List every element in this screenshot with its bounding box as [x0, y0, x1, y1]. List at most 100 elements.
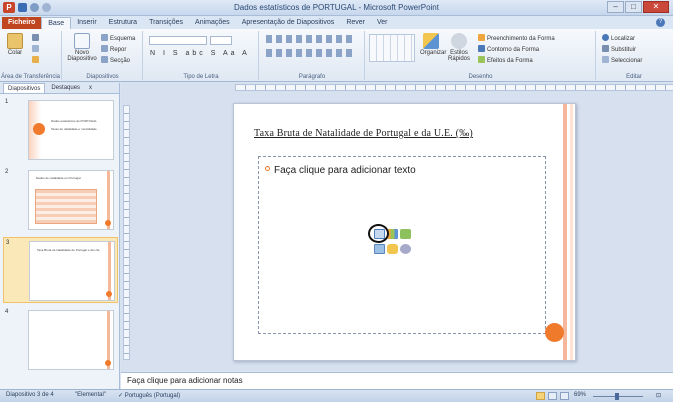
zoom-level[interactable]: 69% — [574, 392, 586, 398]
shape-fill-label: Preenchimento da Forma — [487, 36, 555, 42]
language-label: Português (Portugal) — [124, 393, 181, 399]
reading-view-button[interactable] — [560, 392, 569, 400]
content-placeholder[interactable]: Faça clique para adicionar texto — [258, 156, 546, 334]
vertical-ruler — [123, 105, 130, 360]
list-buttons[interactable] — [266, 35, 356, 43]
quick-styles-label: Estilos Rápidos — [447, 50, 470, 62]
cut-icon — [32, 34, 39, 41]
theme-name: "Elemental" — [75, 392, 106, 398]
slide-editor: Taxa Bruta de Natalidade de Portugal e d… — [121, 83, 673, 371]
bullet-icon — [265, 166, 270, 171]
tab-slideshow[interactable]: Apresentação de Diapositivos — [236, 17, 341, 29]
shape-effects-label: Efeitos da Forma — [487, 58, 533, 64]
thumbnail-subtitle: Taxas de natalidade e mortalidade — [51, 127, 97, 131]
accent-dot — [105, 360, 111, 366]
thumbnail-preview: Taxa Bruta de Natalidade de Portugal e d… — [29, 241, 115, 301]
select-label: Seleccionar — [611, 58, 643, 64]
tab-review[interactable]: Rever — [340, 17, 371, 29]
align-buttons[interactable] — [266, 49, 356, 57]
zoom-slider-thumb[interactable] — [615, 393, 619, 400]
section-button[interactable]: Secção — [101, 56, 130, 65]
panel-close-button[interactable]: x — [86, 83, 95, 93]
tab-transitions[interactable]: Transições — [143, 17, 189, 29]
notes-pane[interactable]: Faça clique para adicionar notas — [121, 372, 673, 389]
accent-dot — [545, 323, 564, 342]
slide-thumbnail-4[interactable]: 4 — [3, 307, 118, 373]
current-slide[interactable]: Taxa Bruta de Natalidade de Portugal e d… — [233, 103, 576, 361]
language-status[interactable]: ✓ Português (Portugal) — [118, 392, 180, 399]
slide-accent-band — [563, 104, 567, 360]
select-button[interactable]: Seleccionar — [602, 56, 642, 65]
tab-file[interactable]: Ficheiro — [2, 17, 42, 29]
thumbnail-title: Dados de natalidade em Portugal — [36, 176, 81, 180]
title-bar: P Dados estatísticos de PORTUGAL - Micro… — [0, 0, 673, 16]
replace-button[interactable]: Substituir — [602, 45, 636, 54]
highlight-circle — [368, 224, 389, 243]
help-icon[interactable]: ? — [656, 18, 665, 27]
shape-effects-button[interactable]: Efeitos da Forma — [478, 56, 533, 65]
tab-animations[interactable]: Animações — [189, 17, 236, 29]
fit-slide-icon[interactable]: ⊡ — [656, 392, 661, 399]
arrange-label: Organizar — [420, 50, 447, 56]
group-label-editing: Editar — [626, 74, 642, 80]
slide-thumbnail-2[interactable]: 2 Dados de natalidade em Portugal — [3, 167, 118, 233]
slide-sorter-button[interactable] — [548, 392, 557, 400]
smartart-icon[interactable] — [400, 229, 411, 239]
cut-button[interactable] — [32, 34, 41, 43]
slide-thumbnail-1[interactable]: 1 Dados estatísticos de PORTUGAL Taxas d… — [3, 97, 118, 163]
font-format-buttons[interactable]: N I S abc S Aa A — [150, 50, 250, 57]
layout-label: Esquema — [110, 36, 136, 42]
group-drawing: Organizar Estilos Rápidos Preenchimento … — [366, 31, 596, 80]
tab-insert[interactable]: Inserir — [71, 17, 102, 29]
tab-home[interactable]: Base — [41, 17, 72, 29]
shape-outline-button[interactable]: Contorno da Forma — [478, 45, 539, 54]
tab-outline[interactable]: Destaques — [47, 83, 84, 93]
group-font: N I S abc S Aa A Tipo de Letra — [144, 31, 259, 80]
close-button[interactable]: ✕ — [643, 1, 669, 13]
brush-icon — [32, 56, 39, 63]
quick-styles-button[interactable]: Estilos Rápidos — [446, 33, 472, 62]
picture-icon[interactable] — [374, 244, 385, 254]
slide-thumbnail-3[interactable]: 3 Taxa Bruta de Natalidade de Portugal e… — [3, 237, 118, 303]
tab-view[interactable]: Ver — [371, 17, 394, 29]
shape-fill-button[interactable]: Preenchimento da Forma — [478, 34, 555, 43]
find-label: Localizar — [611, 36, 636, 42]
reset-icon — [101, 45, 108, 52]
paste-label: Colar — [7, 50, 23, 56]
paste-icon — [7, 33, 23, 49]
normal-view-button[interactable] — [536, 392, 545, 400]
accent-dot — [33, 123, 45, 135]
slide-number: 1 — [5, 99, 9, 105]
new-slide-button[interactable]: Novo Diapositivo — [67, 33, 97, 62]
window-controls: – □ ✕ — [607, 1, 669, 13]
accent-dot — [105, 220, 111, 226]
media-icon[interactable] — [400, 244, 411, 254]
tab-design[interactable]: Estrutura — [103, 17, 143, 29]
group-slides: Novo Diapositivo Esquema Repor Secção Di… — [63, 31, 143, 80]
arrange-button[interactable]: Organizar — [420, 33, 446, 56]
find-icon — [602, 34, 609, 41]
thumbnail-title: Dados estatísticos de PORTUGAL — [51, 119, 97, 123]
font-name-select[interactable] — [149, 36, 207, 45]
accent-dot — [106, 291, 112, 297]
spellcheck-icon: ✓ — [118, 393, 125, 399]
copy-button[interactable] — [32, 45, 41, 54]
clipart-icon[interactable] — [387, 244, 398, 254]
find-button[interactable]: Localizar — [602, 34, 635, 43]
format-painter-button[interactable] — [32, 56, 41, 65]
group-label-clipboard: Área de Transferência — [0, 74, 61, 80]
layout-button[interactable]: Esquema — [101, 34, 135, 43]
quick-styles-icon — [451, 33, 467, 49]
font-size-select[interactable] — [210, 36, 232, 45]
reset-button[interactable]: Repor — [101, 45, 126, 54]
minimize-button[interactable]: – — [607, 1, 624, 13]
shape-outline-label: Contorno da Forma — [487, 47, 540, 53]
paste-button[interactable]: Colar — [3, 33, 27, 56]
placeholder-text-line[interactable]: Faça clique para adicionar texto — [265, 165, 416, 176]
tab-slides[interactable]: Diapositivos — [3, 83, 46, 93]
maximize-button[interactable]: □ — [625, 1, 642, 13]
group-label-slides: Diapositivos — [86, 74, 119, 80]
ribbon-tabs: Ficheiro Base Inserir Estrutura Transiçõ… — [0, 16, 673, 29]
slide-title[interactable]: Taxa Bruta de Natalidade de Portugal e d… — [254, 128, 554, 139]
shapes-gallery[interactable] — [369, 34, 415, 62]
